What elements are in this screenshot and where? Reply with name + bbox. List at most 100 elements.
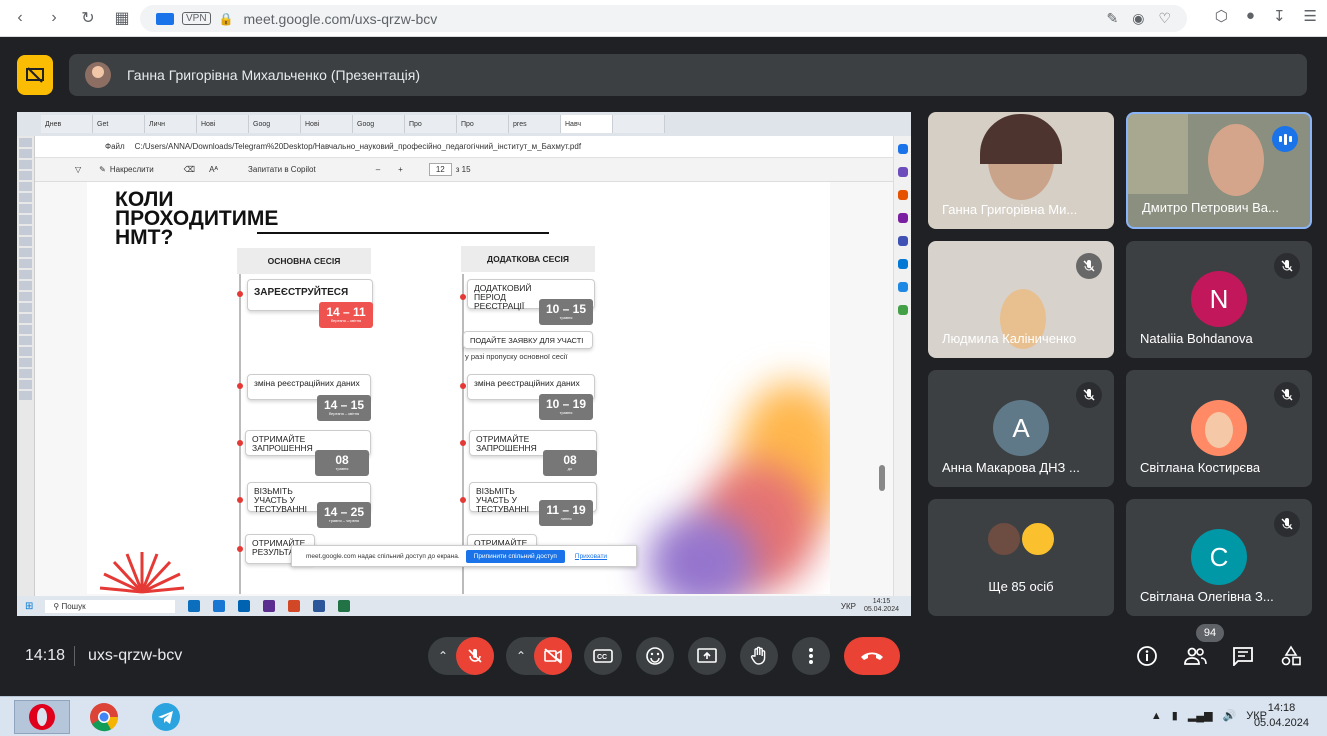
hand-icon: [750, 646, 766, 665]
opera-taskbar-button[interactable]: [14, 700, 70, 734]
participant-name: Nataliia Bohdanova: [1140, 331, 1253, 346]
tray-device-icon[interactable]: ▮: [1172, 709, 1178, 722]
menu-icon[interactable]: ☰: [1304, 7, 1317, 25]
telegram-taskbar-button[interactable]: [138, 700, 194, 734]
presenter-bar: Ганна Григорівна Михальченко (Презентаці…: [69, 54, 1307, 96]
participant-tile[interactable]: Ганна Григорівна Ми...: [928, 112, 1114, 229]
mic-options-chevron-icon[interactable]: ⌃: [438, 649, 448, 663]
extra-note: у разі пропуску основної сесії: [465, 352, 568, 361]
more-participants-label: Ще 85 осіб: [988, 579, 1054, 594]
camera-toggle-button[interactable]: [534, 637, 572, 675]
tray-signal-icon[interactable]: ▂▄▆: [1188, 709, 1213, 722]
timeline-dot: [237, 440, 243, 446]
timeline-dot: [237, 497, 243, 503]
clock-date: 05.04.2024: [1253, 717, 1309, 729]
participant-avatar: [986, 521, 1022, 557]
eraser-icon: ⌫: [183, 165, 196, 174]
chrome-taskbar-button[interactable]: [76, 700, 132, 734]
back-icon[interactable]: ‹: [6, 4, 34, 32]
clock-time: 14:18: [1267, 702, 1296, 714]
app-icon: [263, 600, 276, 612]
extra-session-header: ДОДАТКОВА СЕСІЯ: [461, 246, 595, 272]
shared-tab: [613, 115, 665, 133]
present-button[interactable]: [688, 637, 726, 675]
heart-icon[interactable]: ♡: [1158, 10, 1171, 27]
participant-avatar: A: [993, 400, 1049, 456]
chrome-icon: [90, 703, 119, 732]
profile-icon[interactable]: ●: [1246, 7, 1255, 25]
edit-icon[interactable]: ✎: [1106, 10, 1118, 27]
shared-tray-clock: 14:15 05.04.2024: [863, 598, 899, 613]
participant-tile[interactable]: Світлана Костирєва: [1126, 370, 1312, 487]
main-date: 14 – 25 травня – червня: [317, 502, 371, 528]
participant-tile[interactable]: N Nataliia Bohdanova: [1126, 241, 1312, 358]
participant-avatar: С: [1191, 529, 1247, 585]
meet-camera-icon: [156, 12, 174, 25]
pdf-title-underline: [257, 232, 549, 234]
tray-expand-icon[interactable]: ▲: [1151, 710, 1162, 722]
participant-photo: [1191, 400, 1247, 456]
pdf-page: КОЛИ ПРОХОДИТИМЕ НМТ? ОСНОВНА СЕСІЯ ДОДА…: [87, 182, 830, 594]
lock-icon: 🔒: [218, 11, 234, 26]
reactions-button[interactable]: [636, 637, 674, 675]
participant-tile[interactable]: С Світлана Олегівна З...: [1126, 499, 1312, 616]
shared-tab: Goog: [353, 115, 405, 133]
chat-button[interactable]: [1230, 643, 1256, 669]
shared-tab: Про: [405, 115, 457, 133]
presentation-mode-button[interactable]: [17, 55, 53, 95]
shared-left-panel: [17, 136, 35, 596]
presenter-title: Ганна Григорівна Михальченко (Презентаці…: [127, 67, 421, 83]
leave-call-button[interactable]: [844, 637, 900, 675]
participant-name: Людмила Каліниченко: [942, 331, 1077, 346]
pdf-title: КОЛИ ПРОХОДИТИМЕ НМТ?: [115, 189, 315, 248]
tray-volume-icon[interactable]: 🔊: [1223, 709, 1237, 722]
timeline-dot: [460, 383, 466, 389]
more-participants-tile[interactable]: Ще 85 осіб: [928, 499, 1114, 616]
participant-name: Ганна Григорівна Ми...: [942, 202, 1078, 217]
presenter-avatar: [85, 62, 111, 88]
screen-share-icon: [26, 67, 44, 83]
url-text[interactable]: meet.google.com/uxs-qrzw-bcv: [244, 11, 438, 27]
hang-up-icon: [861, 652, 883, 660]
forward-icon[interactable]: ›: [40, 4, 68, 32]
shared-file-label: Файл: [105, 142, 125, 151]
participant-name: Анна Макарова ДНЗ ...: [942, 460, 1080, 475]
participant-tile[interactable]: Людмила Каліниченко: [928, 241, 1114, 358]
timeline-dot: [237, 291, 243, 297]
shared-tab: pres: [509, 115, 561, 133]
activities-button[interactable]: [1278, 643, 1304, 669]
mic-off-icon: [1076, 253, 1102, 279]
captions-button[interactable]: CC: [584, 637, 622, 675]
system-tray: ▲ ▮ ▂▄▆ 🔊 УКР: [1151, 709, 1267, 723]
screen-share-notice: meet.google.com надає спільний доступ до…: [291, 545, 637, 567]
sun-logo-icon: [99, 552, 185, 594]
system-clock[interactable]: 14:18 05.04.2024: [1254, 701, 1309, 731]
tabs-grid-icon[interactable]: ▦: [108, 4, 136, 32]
mic-toggle-button[interactable]: [456, 637, 494, 675]
draw-icon: ✎: [99, 165, 106, 174]
cube-icon[interactable]: ⬡: [1215, 7, 1228, 25]
more-vert-icon: [809, 648, 813, 664]
people-button[interactable]: [1182, 643, 1208, 669]
participant-count-badge: 94: [1196, 624, 1224, 642]
shared-tab-active: Навч: [561, 115, 613, 133]
emoji-icon: [646, 647, 664, 665]
more-options-button[interactable]: [792, 637, 830, 675]
raise-hand-button[interactable]: [740, 637, 778, 675]
participant-tile[interactable]: A Анна Макарова ДНЗ ...: [928, 370, 1114, 487]
mic-off-icon: [1076, 382, 1102, 408]
address-bar[interactable]: VPN 🔒 meet.google.com/uxs-qrzw-bcv ✎ ◉ ♡: [140, 5, 1187, 32]
download-icon[interactable]: ↧: [1273, 7, 1286, 25]
mic-off-icon: [1274, 253, 1300, 279]
participant-tile-speaking[interactable]: Дмитро Петрович Ва...: [1126, 112, 1312, 229]
snapshot-icon[interactable]: ◉: [1132, 10, 1144, 27]
telegram-icon: [152, 703, 180, 731]
reload-icon[interactable]: ↻: [74, 4, 102, 32]
meeting-info-button[interactable]: [1134, 643, 1160, 669]
edge-icon: [188, 600, 201, 612]
mic-off-icon: [468, 649, 482, 663]
timeline-dot: [460, 294, 466, 300]
camera-options-chevron-icon[interactable]: ⌃: [516, 649, 526, 663]
store-icon: [213, 600, 226, 612]
vpn-badge[interactable]: VPN: [182, 12, 211, 25]
